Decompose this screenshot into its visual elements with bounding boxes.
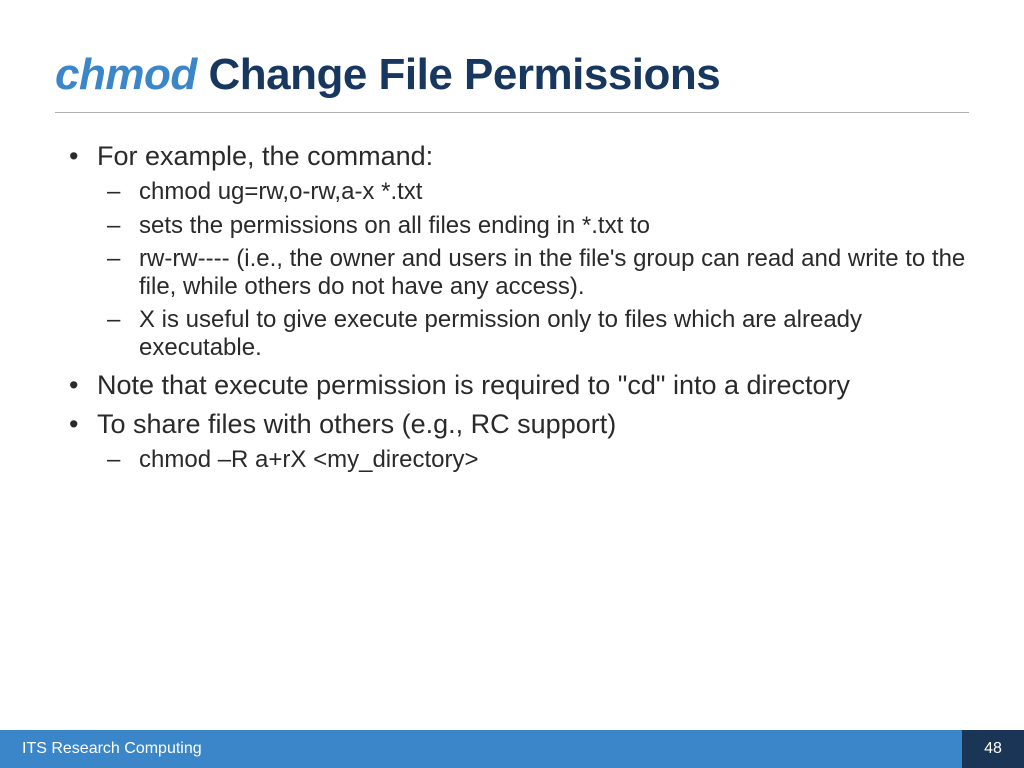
list-item: chmod ug=rw,o-rw,a-x *.txt (97, 178, 969, 206)
sub-list: chmod –R a+rX <my_directory> (97, 446, 969, 474)
footer-org: ITS Research Computing (0, 730, 962, 768)
sub-bullet-text: rw-rw---- (i.e., the owner and users in … (139, 245, 965, 300)
sub-bullet-text: chmod –R a+rX <my_directory> (139, 446, 478, 473)
presentation-slide: chmod Change File Permissions For exampl… (0, 0, 1024, 768)
list-item: sets the permissions on all files ending… (97, 212, 969, 240)
sub-list: chmod ug=rw,o-rw,a-x *.txt sets the perm… (97, 178, 969, 362)
sub-bullet-text: X is useful to give execute permission o… (139, 306, 862, 361)
page-number: 48 (962, 730, 1024, 768)
list-item: Note that execute permission is required… (55, 370, 969, 401)
list-item: chmod –R a+rX <my_directory> (97, 446, 969, 474)
slide-footer: ITS Research Computing 48 (0, 730, 1024, 768)
slide-content: For example, the command: chmod ug=rw,o-… (55, 141, 969, 473)
list-item: rw-rw---- (i.e., the owner and users in … (97, 245, 969, 300)
bullet-text: To share files with others (e.g., RC sup… (97, 409, 616, 439)
slide-title: chmod Change File Permissions (55, 50, 969, 100)
title-rest: Change File Permissions (197, 50, 721, 99)
title-command: chmod (55, 50, 197, 99)
bullet-text: For example, the command: (97, 141, 433, 171)
bullet-text: Note that execute permission is required… (97, 370, 850, 400)
title-divider (55, 112, 969, 113)
list-item: To share files with others (e.g., RC sup… (55, 409, 969, 474)
bullet-list: For example, the command: chmod ug=rw,o-… (55, 141, 969, 473)
list-item: For example, the command: chmod ug=rw,o-… (55, 141, 969, 362)
sub-bullet-text: sets the permissions on all files ending… (139, 212, 650, 239)
list-item: X is useful to give execute permission o… (97, 306, 969, 361)
sub-bullet-text: chmod ug=rw,o-rw,a-x *.txt (139, 178, 422, 205)
